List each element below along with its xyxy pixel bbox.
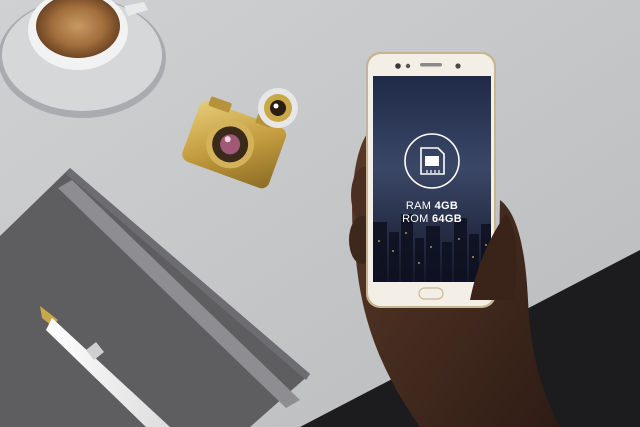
memory-spec-text: RAM 4GB ROM 64GB (374, 200, 490, 226)
rom-value: 64GB (432, 213, 462, 225)
rom-line: ROM 64GB (374, 213, 490, 226)
ram-label: RAM (405, 200, 432, 212)
product-photo-scene: RAM 4GB ROM 64GB (0, 0, 640, 427)
smartphone (366, 52, 496, 308)
ram-line: RAM 4GB (374, 200, 490, 213)
rom-label: ROM (402, 213, 429, 225)
ram-value: 4GB (434, 200, 459, 212)
photo-illustration (0, 0, 640, 427)
coffee-cup (0, 0, 166, 118)
